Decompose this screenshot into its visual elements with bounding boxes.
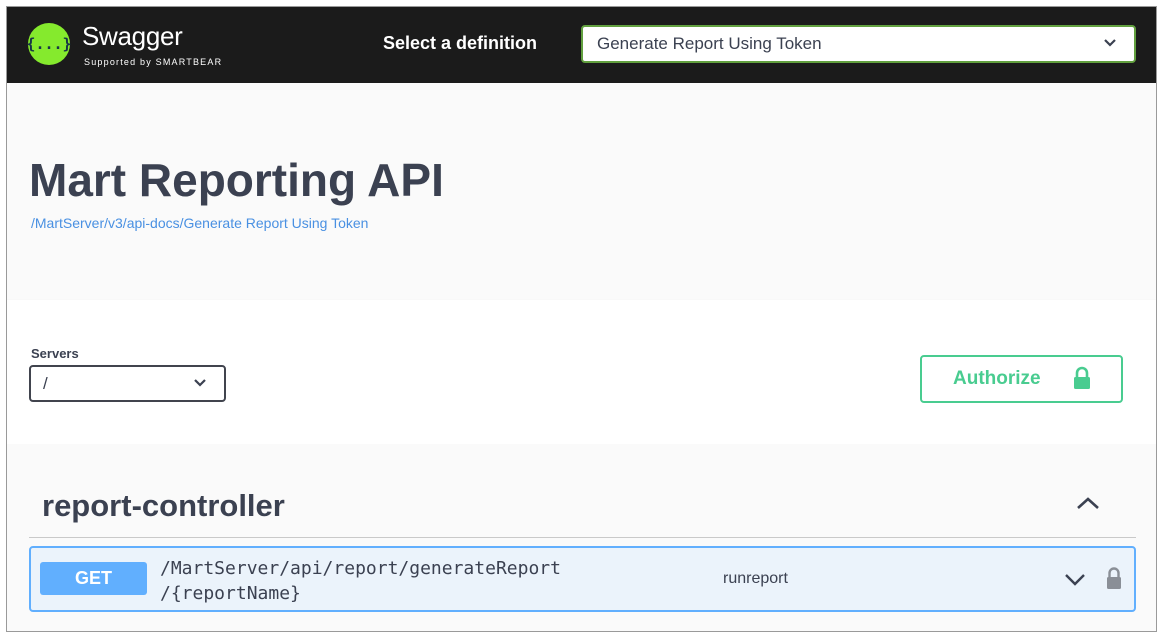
page-title: Mart Reporting API: [29, 154, 444, 206]
definition-label: Select a definition: [383, 33, 538, 53]
operation-path-line: /MartServer/api/report/generateReport: [160, 558, 561, 579]
chevron-up-icon[interactable]: [1075, 494, 1101, 512]
tag-divider: [29, 537, 1136, 538]
operation-summary: runreport: [723, 570, 788, 587]
swagger-logo-icon[interactable]: {...}: [26, 23, 72, 65]
tag-title[interactable]: report-controller: [42, 488, 285, 524]
authorize-label: Authorize: [953, 368, 1041, 389]
lock-icon: [1074, 366, 1090, 389]
info-section: Mart Reporting API /MartServer/v3/api-do…: [7, 83, 1156, 300]
definition-select[interactable]: Generate Report Using Token: [581, 25, 1136, 63]
chevron-down-icon: [1104, 39, 1116, 47]
servers-select-value: /: [43, 374, 48, 393]
authorize-button[interactable]: Authorize: [920, 355, 1123, 403]
scheme-container: Servers / Authorize: [7, 300, 1156, 444]
brand-name[interactable]: Swagger: [82, 21, 183, 52]
logo-glyph: {...}: [26, 35, 72, 53]
api-docs-link[interactable]: /MartServer/v3/api-docs/Generate Report …: [31, 215, 368, 231]
brand-subtitle: Supported by SMARTBEAR: [84, 57, 223, 67]
http-method-badge: GET: [40, 562, 147, 595]
operation-path: /MartServer/api/report/generateReport /{…: [160, 556, 630, 606]
servers-label: Servers: [31, 346, 79, 361]
operation-path-line: /{reportName}: [160, 583, 301, 604]
chevron-down-icon[interactable]: [1063, 572, 1087, 588]
top-bar: {...} Swagger Supported by SMARTBEAR Sel…: [7, 7, 1156, 83]
chevron-down-icon: [194, 379, 206, 387]
operation-get-generate-report[interactable]: GET /MartServer/api/report/generateRepor…: [29, 546, 1136, 612]
tag-section: report-controller GET /MartServer/api/re…: [7, 444, 1156, 631]
definition-select-value: Generate Report Using Token: [597, 34, 822, 53]
swagger-ui-page: {...} Swagger Supported by SMARTBEAR Sel…: [6, 6, 1157, 632]
servers-select[interactable]: /: [29, 365, 226, 402]
lock-icon[interactable]: [1105, 566, 1123, 590]
